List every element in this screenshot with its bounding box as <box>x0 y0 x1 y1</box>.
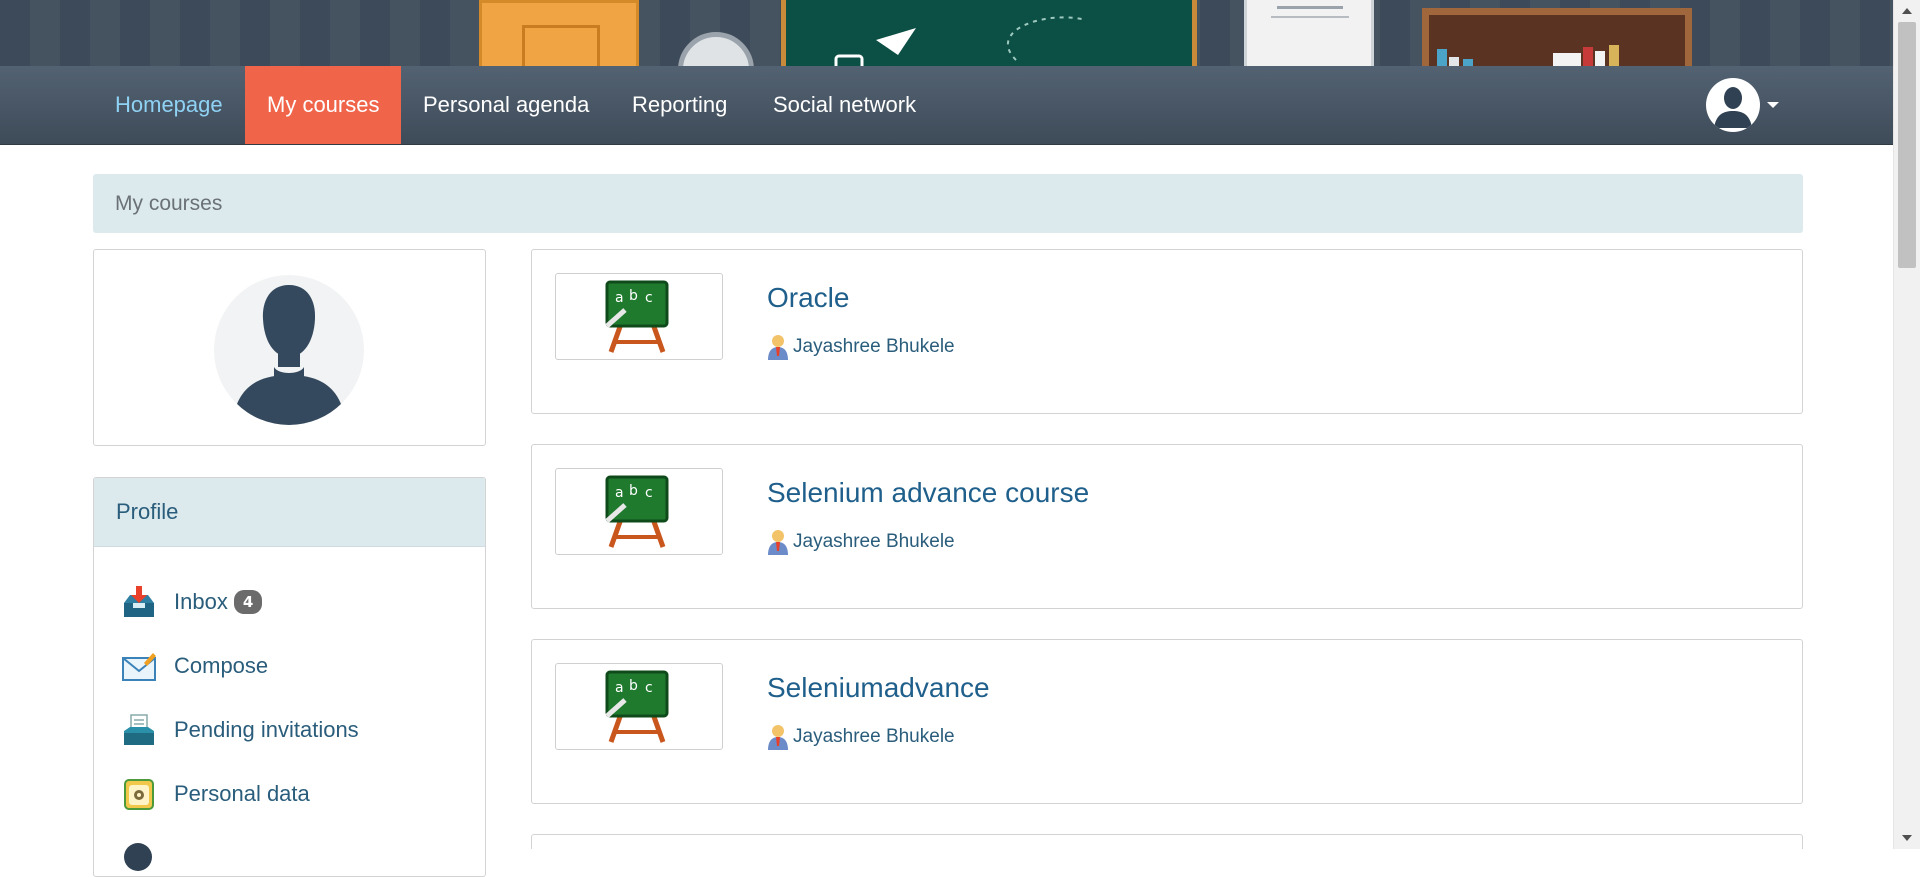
chalkboard-icon: a b c <box>605 670 669 743</box>
scroll-up-arrow-icon[interactable] <box>1902 8 1912 14</box>
banner-bookshelf-illustration <box>1422 8 1692 70</box>
user-menu-caret-icon[interactable] <box>1767 102 1779 108</box>
inbox-label: Inbox <box>174 589 228 614</box>
profile-menu-personal-data[interactable]: Personal data <box>122 774 310 814</box>
nav-social-network[interactable]: Social network <box>751 66 938 144</box>
course-thumbnail[interactable]: a b c <box>555 273 723 360</box>
course-title-link[interactable]: Seleniumadvance <box>767 672 990 704</box>
svg-text:a: a <box>615 485 624 501</box>
teacher-name: Jayashree Bhukele <box>793 336 955 357</box>
personal-data-label: Personal data <box>174 781 310 806</box>
nav-personal-agenda[interactable]: Personal agenda <box>401 66 611 144</box>
page-scrollbar[interactable] <box>1893 0 1920 849</box>
course-thumbnail[interactable]: a b c <box>555 663 723 750</box>
inbox-icon <box>122 585 156 619</box>
header-banner <box>0 0 1893 70</box>
banner-clock-illustration <box>678 32 754 70</box>
profile-panel: Profile Inbox 4 Compose Pending invitati… <box>93 477 486 877</box>
nav-reporting[interactable]: Reporting <box>610 66 749 144</box>
course-title-link[interactable]: Selenium advance course <box>767 477 1089 509</box>
course-title-link[interactable]: Oracle <box>767 282 849 314</box>
inbox-count-badge: 4 <box>233 590 263 614</box>
course-thumbnail[interactable]: a b c <box>555 468 723 555</box>
profile-menu-pending-invitations[interactable]: Pending invitations <box>122 710 359 750</box>
user-silhouette-icon <box>232 285 346 425</box>
scrollbar-thumb[interactable] <box>1898 22 1916 268</box>
profile-panel-title: Profile <box>94 478 485 547</box>
profile-menu-next-icon <box>124 843 152 871</box>
svg-text:b: b <box>629 288 638 304</box>
course-teacher[interactable]: Jayashree Bhukele <box>767 724 955 750</box>
svg-text:a: a <box>615 680 624 696</box>
svg-text:c: c <box>645 680 653 696</box>
chalkboard-icon: a b c <box>605 475 669 548</box>
course-card: a b c Seleniumadvance Jayashree Bhukele <box>531 639 1803 804</box>
compose-label: Compose <box>174 653 269 678</box>
profile-menu-compose[interactable]: Compose <box>122 646 268 686</box>
teacher-name: Jayashree Bhukele <box>793 726 955 747</box>
course-teacher[interactable]: Jayashree Bhukele <box>767 529 955 555</box>
chalkboard-icon: a b c <box>605 280 669 353</box>
envelope-icon <box>122 649 156 683</box>
nav-homepage[interactable]: Homepage <box>93 66 245 144</box>
personal-data-icon <box>122 777 156 811</box>
svg-text:c: c <box>645 290 653 306</box>
user-avatar-button[interactable] <box>1706 78 1760 132</box>
course-teacher[interactable]: Jayashree Bhukele <box>767 334 955 360</box>
teacher-icon <box>768 530 788 555</box>
teacher-name: Jayashree Bhukele <box>793 531 955 552</box>
user-silhouette-icon <box>1708 80 1758 130</box>
nav-my-courses[interactable]: My courses <box>245 66 402 144</box>
banner-chalkboard-illustration <box>781 0 1197 70</box>
course-card-partial <box>531 834 1803 849</box>
pending-invitations-label: Pending invitations <box>174 717 359 742</box>
breadcrumb: My courses <box>93 174 1803 233</box>
teacher-icon <box>768 335 788 360</box>
svg-text:c: c <box>645 485 653 501</box>
main-navbar: Homepage My courses Personal agenda Repo… <box>0 66 1893 145</box>
course-card: a b c Oracle Jayashree Bhukele <box>531 249 1803 414</box>
profile-menu-inbox[interactable]: Inbox 4 <box>122 582 263 622</box>
svg-text:b: b <box>629 678 638 694</box>
scroll-down-arrow-icon[interactable] <box>1902 835 1912 841</box>
user-avatar <box>214 275 364 425</box>
course-card: a b c Selenium advance course Jayashree … <box>531 444 1803 609</box>
teacher-icon <box>768 725 788 750</box>
banner-door-illustration <box>479 0 639 70</box>
banner-cabinet-illustration <box>1244 0 1374 70</box>
invitation-icon <box>122 713 156 747</box>
svg-text:b: b <box>629 483 638 499</box>
svg-text:a: a <box>615 290 624 306</box>
user-avatar-card <box>93 249 486 446</box>
